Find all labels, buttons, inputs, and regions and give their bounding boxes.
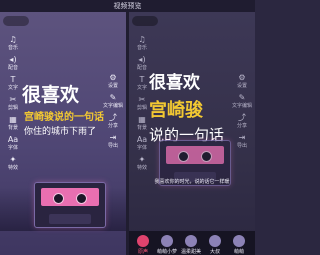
voice-option[interactable]: 原声 <box>132 235 154 255</box>
left-line-3: 你住的城市下雨了 <box>24 127 97 137</box>
export-tool[interactable]: ⇥ 导出 <box>231 132 253 152</box>
share-icon: ⤴ <box>238 113 246 122</box>
settings-tool[interactable]: ⚙ 设置 <box>102 72 124 92</box>
avatar <box>137 235 149 247</box>
edit-tool[interactable]: ✎ 文字编辑 <box>102 92 124 112</box>
right-line-1: 很喜欢 <box>149 73 200 93</box>
voice-tool[interactable]: ◂) 配音 <box>2 54 24 74</box>
edit-tool[interactable]: ✎ 文字编辑 <box>231 92 253 112</box>
music-icon: ♫ <box>9 35 17 44</box>
cut-icon: ✂ <box>9 95 17 104</box>
volume-icon: ◂) <box>138 55 146 64</box>
voice-option[interactable]: 萌萌小萝 <box>156 235 178 255</box>
cut-tool[interactable]: ✂ 剪辑 <box>2 94 24 114</box>
music-icon: ♫ <box>138 35 146 44</box>
left-preview: ♫ 音乐 ◂) 配音 T 文字 ✂ 剪辑 ▦ 背景 Aa 字体 ✦ 特效 ⚙ 设置 ✎ 文字编辑 … <box>0 12 126 255</box>
edit-icon: ✎ <box>109 93 117 102</box>
left-line-2: 宫崎骏说的一句话 <box>24 112 104 123</box>
avatar <box>209 235 221 247</box>
music-tool[interactable]: ♫ 音乐 <box>131 34 153 54</box>
voice-option[interactable]: 温柔甜美 <box>180 235 202 255</box>
right-line-2: 宫崎骏 <box>149 100 203 121</box>
effect-tool[interactable]: ✦ 特效 <box>2 154 24 174</box>
left-status <box>3 16 29 26</box>
voice-option[interactable]: 大叔 <box>204 235 226 255</box>
cassette-image <box>34 182 106 228</box>
font-tool[interactable]: Aa 字体 <box>2 134 24 154</box>
right-preview: ♫ 音乐 ◂) 配音 T 文字 ✂ 剪辑 ▦ 背景 Aa 字体 ✦ 特效 ⚙ 设置 ✎ 文字编辑 … <box>129 12 255 255</box>
left-line-1: 很喜欢 <box>22 84 80 106</box>
gear-icon: ⚙ <box>238 73 246 82</box>
settings-tool[interactable]: ⚙ 设置 <box>231 72 253 92</box>
right-status <box>132 16 158 26</box>
avatar <box>185 235 197 247</box>
background-tool[interactable]: ▦ 背景 <box>2 114 24 134</box>
voice-selector: 原声 萌萌小萝 温柔甜美 大叔 萌萌 <box>129 231 255 255</box>
subtitle-caption: 我喜欢你的时光，说的话它一样暖 <box>154 179 230 185</box>
window-title: 视频预览 <box>113 2 142 10</box>
text-icon: T <box>10 75 16 84</box>
voice-option[interactable]: 萌萌 <box>228 235 250 255</box>
edit-icon: ✎ <box>238 93 246 102</box>
font-icon: Aa <box>7 135 19 144</box>
effect-icon: ✦ <box>138 155 146 164</box>
volume-icon: ◂) <box>9 55 17 64</box>
effect-tool[interactable]: ✦ 特效 <box>131 154 153 174</box>
share-icon: ⤴ <box>109 113 117 122</box>
music-tool[interactable]: ♫ 音乐 <box>2 34 24 54</box>
avatar <box>233 235 245 247</box>
gear-icon: ⚙ <box>109 73 117 82</box>
share-tool[interactable]: ⤴ 分享 <box>231 112 253 132</box>
background-icon: ▦ <box>9 115 17 124</box>
export-icon: ⇥ <box>109 133 117 142</box>
export-tool[interactable]: ⇥ 导出 <box>102 132 124 152</box>
avatar <box>161 235 173 247</box>
share-tool[interactable]: ⤴ 分享 <box>102 112 124 132</box>
top-bar: 视频预览 <box>0 0 255 12</box>
text-tool[interactable]: T 文字 <box>2 74 24 94</box>
export-icon: ⇥ <box>238 133 246 142</box>
effect-icon: ✦ <box>9 155 17 164</box>
